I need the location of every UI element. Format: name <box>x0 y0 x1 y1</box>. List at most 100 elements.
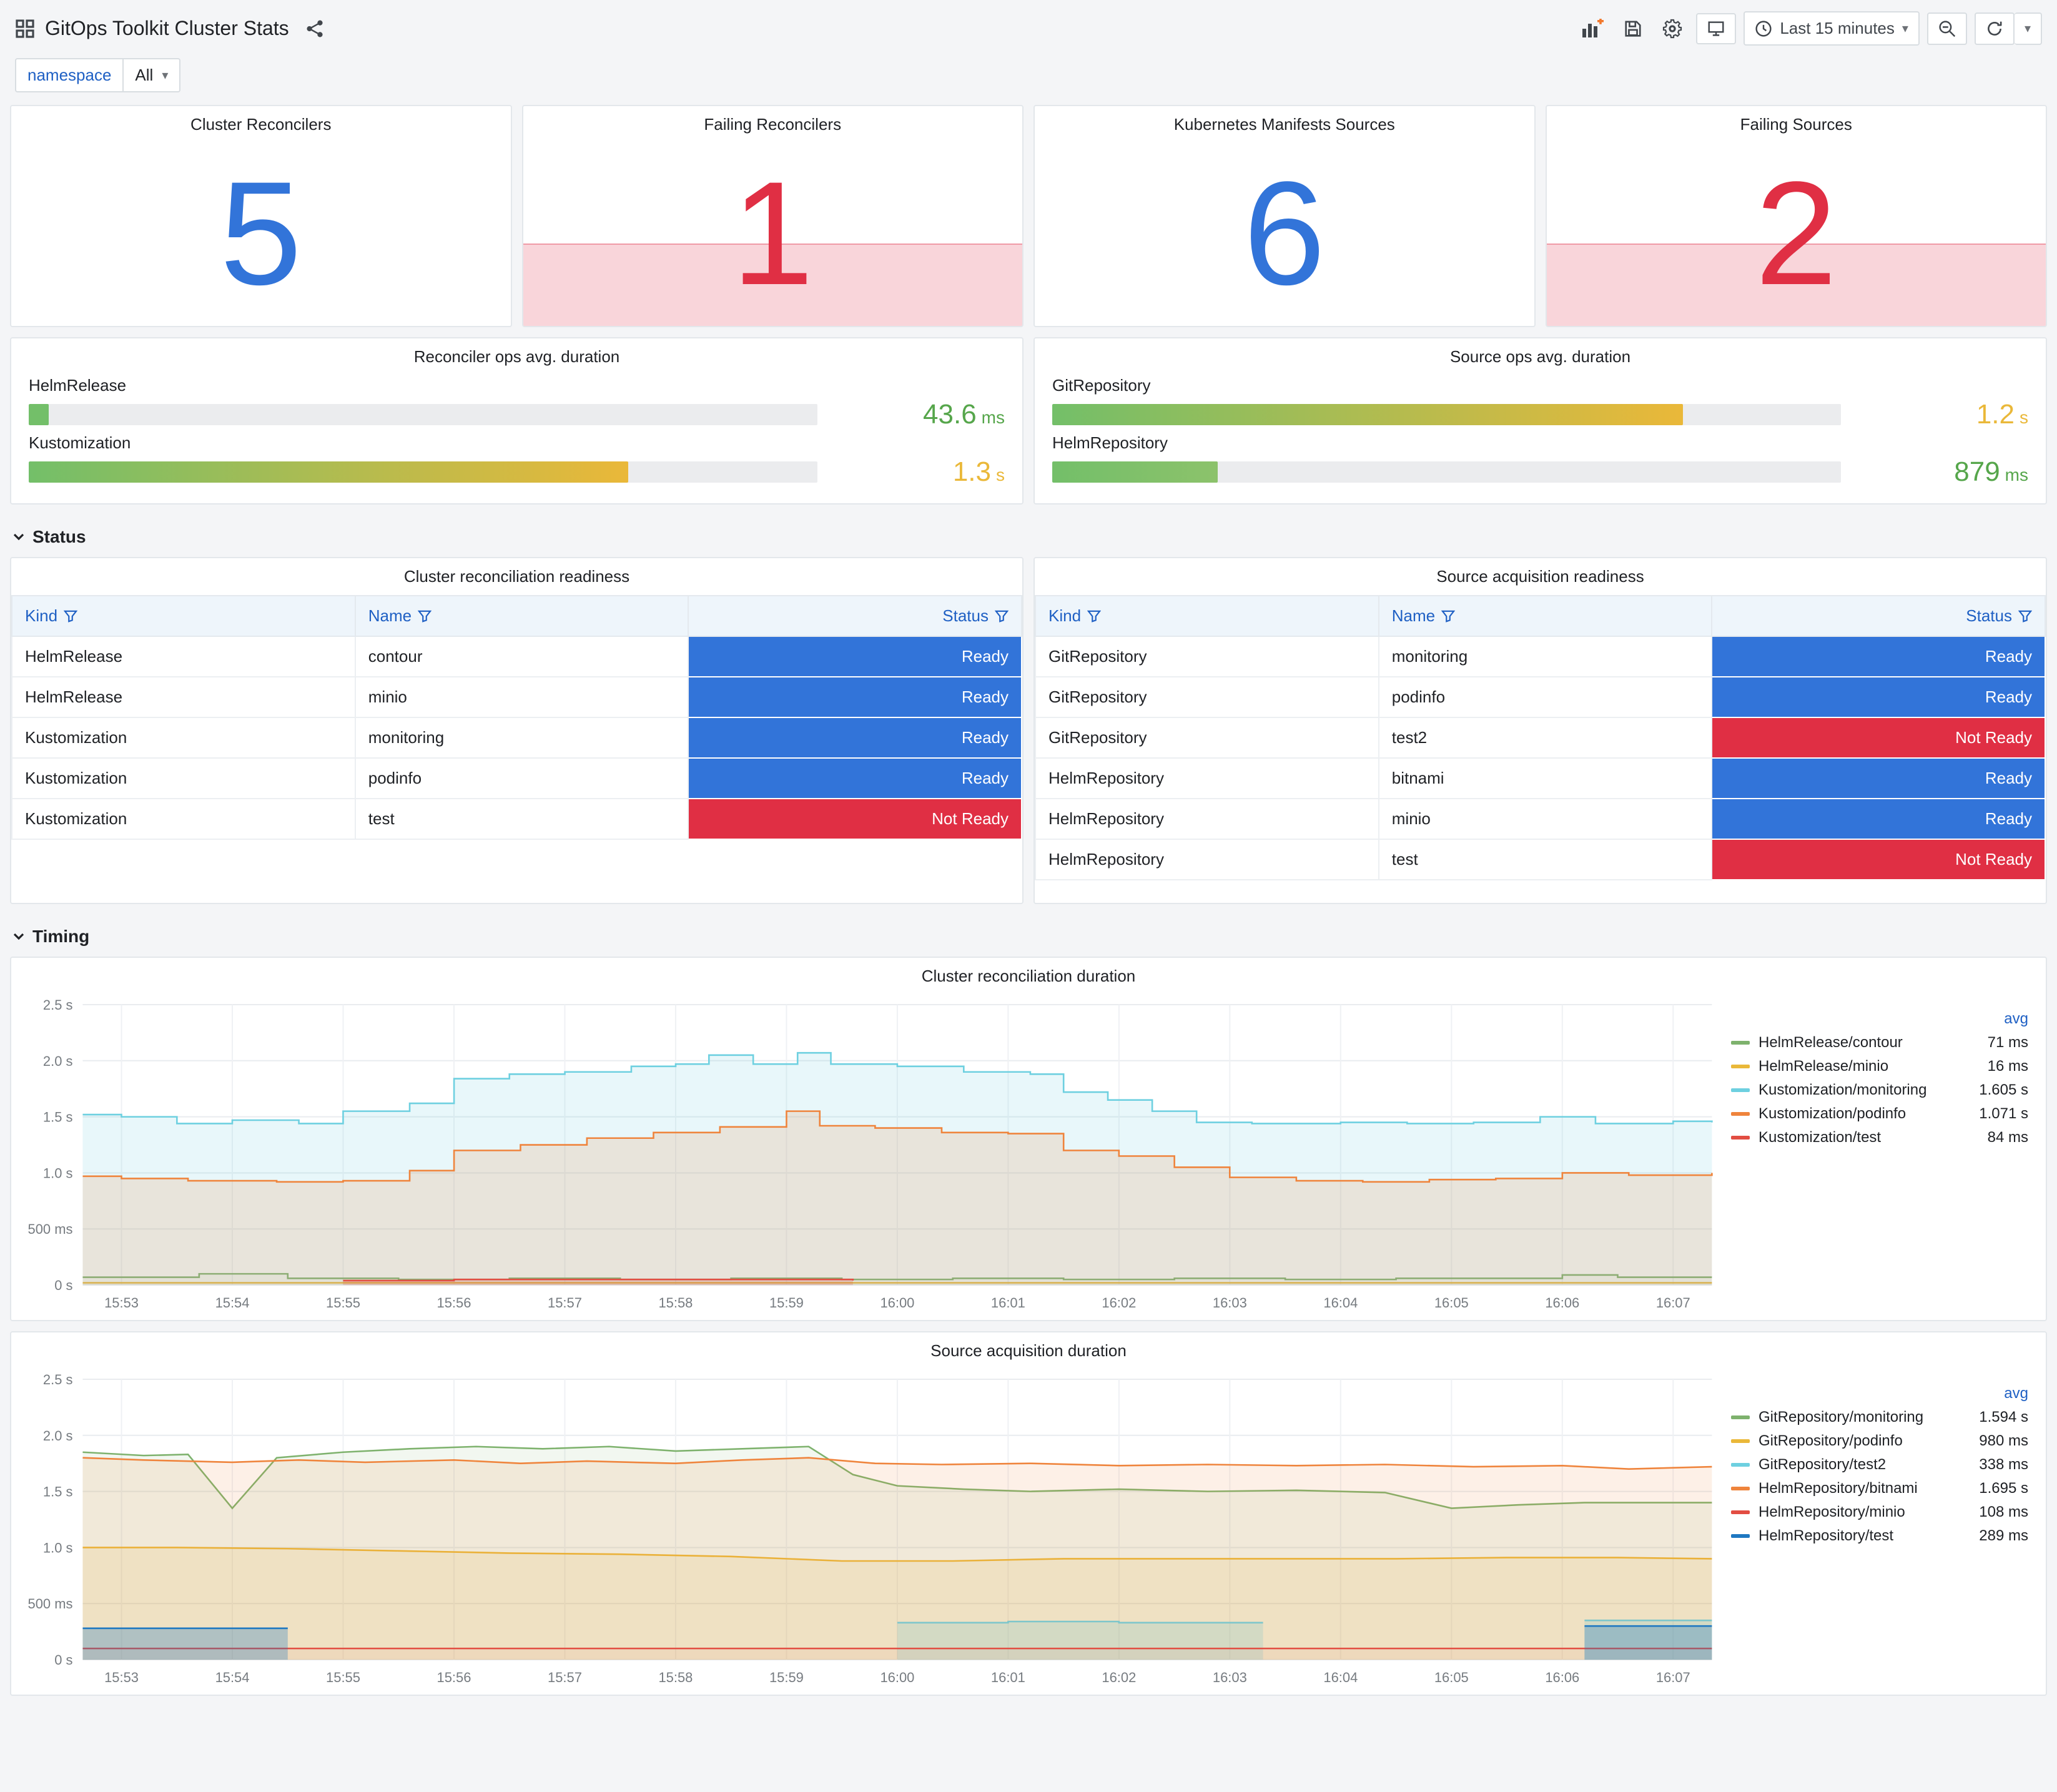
table-cell: test <box>1378 839 1713 880</box>
status-badge: Ready <box>1711 757 2046 799</box>
legend-series-avg: 108 ms <box>1979 1504 2028 1520</box>
share-icon[interactable] <box>299 14 330 43</box>
filter-funnel-icon[interactable] <box>63 610 78 623</box>
legend-item[interactable]: HelmRepository/minio 108 ms <box>1731 1500 2028 1524</box>
column-header-name[interactable]: Name <box>354 595 689 637</box>
filter-funnel-icon[interactable] <box>1087 610 1102 623</box>
chart-plot[interactable]: 0 s 500 ms 1.0 s 1.5 s 2.0 s 2.5 s 15:53 15:54 1… <box>14 1367 1724 1690</box>
legend-item[interactable]: GitRepository/monitoring 1.594 s <box>1731 1406 2028 1429</box>
gauge-track <box>1052 404 1841 425</box>
series-area <box>82 1457 1712 1660</box>
legend-series-color <box>1731 1487 1750 1490</box>
stat-panel-body: 2 <box>1546 138 2046 326</box>
filter-funnel-icon[interactable] <box>2018 610 2033 623</box>
readiness-table: Kind Name Status GitRepository monitoring Rea… <box>1035 595 2046 880</box>
gauge-value-number: 1.3 <box>952 456 991 487</box>
tv-mode-button[interactable] <box>1696 12 1737 44</box>
gauge-fill-bar <box>1052 404 1684 425</box>
zoom-out-icon <box>1938 20 1956 37</box>
svg-text:16:04: 16:04 <box>1323 1670 1358 1685</box>
legend-item[interactable]: HelmRelease/minio 16 ms <box>1731 1055 2028 1078</box>
refresh-interval-dropdown[interactable]: ▾ <box>2014 12 2042 45</box>
table-header-row: Kind Name Status <box>11 595 1022 637</box>
legend-item[interactable]: GitRepository/podinfo 980 ms <box>1731 1429 2028 1453</box>
readiness-table: Kind Name Status HelmRelease contour Ready Hel… <box>11 595 1022 840</box>
gauge-value: 879 ms <box>1841 456 2028 488</box>
chart-row-2: Source acquisition duration 0 s 500 ms 1.0 … <box>0 1331 2057 1696</box>
legend-series-name: HelmRepository/test <box>1759 1527 1894 1544</box>
svg-text:16:05: 16:05 <box>1434 1295 1469 1311</box>
column-header-status[interactable]: Status <box>1711 595 2046 637</box>
svg-text:2.0 s: 2.0 s <box>43 1428 73 1444</box>
legend-series-name: GitRepository/podinfo <box>1759 1432 1903 1449</box>
table-cell: Kustomization <box>11 798 356 840</box>
filter-funnel-icon[interactable] <box>994 610 1009 623</box>
gauge-panel-body: GitRepository 1.2 s HelmRepository 879 ms <box>1035 370 2046 503</box>
section-status[interactable]: Status <box>0 514 2057 557</box>
table-panel-title: Cluster reconciliation readiness <box>403 567 630 586</box>
stat-panel-body: 5 <box>11 138 511 326</box>
table-row: HelmRepository minio Ready <box>1035 798 2046 840</box>
status-badge: Ready <box>688 676 1022 718</box>
add-panel-icon[interactable] <box>1575 14 1610 44</box>
status-badge: Ready <box>1711 798 2046 840</box>
legend-series-color <box>1731 1463 1750 1467</box>
section-timing[interactable]: Timing <box>0 914 2057 957</box>
chevron-down-icon: ▾ <box>2024 22 2031 36</box>
legend-item[interactable]: Kustomization/monitoring 1.605 s <box>1731 1078 2028 1102</box>
column-header-label: Kind <box>25 606 58 625</box>
stat-value: 2 <box>1755 150 1837 316</box>
column-header-status[interactable]: Status <box>688 595 1022 637</box>
time-range-picker[interactable]: Last 15 minutes ▾ <box>1744 11 1920 46</box>
gauge-line: 1.2 s <box>1052 399 2028 430</box>
status-badge: Ready <box>688 717 1022 759</box>
svg-text:15:54: 15:54 <box>215 1670 250 1685</box>
legend-series-name: GitRepository/test2 <box>1759 1456 1887 1473</box>
svg-text:15:57: 15:57 <box>548 1670 582 1685</box>
legend-series-avg: 84 ms <box>1987 1129 2028 1146</box>
table-cell: podinfo <box>354 757 689 799</box>
status-badge: Ready <box>688 757 1022 799</box>
table-cell: test2 <box>1378 717 1713 759</box>
table-cell: podinfo <box>1378 676 1713 718</box>
legend-item[interactable]: Kustomization/test 84 ms <box>1731 1126 2028 1150</box>
save-icon[interactable] <box>1617 14 1649 43</box>
svg-text:16:07: 16:07 <box>1656 1670 1690 1685</box>
zoom-out-button[interactable] <box>1926 12 1967 45</box>
table-panel-title: Source acquisition readiness <box>1436 567 1644 586</box>
gauge-track <box>1052 461 1841 483</box>
svg-text:16:06: 16:06 <box>1545 1295 1579 1311</box>
stat-panel: Failing Sources 2 <box>1545 105 2047 327</box>
settings-icon[interactable] <box>1656 14 1689 44</box>
table-cell: bitnami <box>1378 757 1713 799</box>
table-cell: HelmRepository <box>1035 757 1379 799</box>
page-title: GitOps Toolkit Cluster Stats <box>45 17 289 39</box>
column-header-kind[interactable]: Kind <box>11 595 356 637</box>
column-header-label: Kind <box>1048 606 1082 625</box>
legend-item[interactable]: Kustomization/podinfo 1.071 s <box>1731 1102 2028 1126</box>
legend-item[interactable]: HelmRelease/contour 71 ms <box>1731 1031 2028 1055</box>
legend-item[interactable]: HelmRepository/bitnami 1.695 s <box>1731 1477 2028 1500</box>
variable-namespace-dropdown[interactable]: All ▾ <box>124 58 181 92</box>
column-header-name[interactable]: Name <box>1378 595 1713 637</box>
refresh-button[interactable] <box>1974 12 2015 45</box>
legend-series-name: HelmRelease/contour <box>1759 1034 1903 1051</box>
gauge-label: HelmRepository <box>1052 433 1168 452</box>
column-header-label: Status <box>1966 606 2012 625</box>
svg-text:16:00: 16:00 <box>880 1670 914 1685</box>
svg-text:15:57: 15:57 <box>548 1295 582 1311</box>
legend-item[interactable]: HelmRepository/test 289 ms <box>1731 1524 2028 1548</box>
gauge-label: GitRepository <box>1052 376 1151 395</box>
filter-funnel-icon[interactable] <box>417 610 432 623</box>
svg-text:15:55: 15:55 <box>326 1295 360 1311</box>
table-row: HelmRepository bitnami Ready <box>1035 757 2046 799</box>
filter-funnel-icon[interactable] <box>1441 610 1456 623</box>
column-header-kind[interactable]: Kind <box>1035 595 1379 637</box>
stat-value: 5 <box>220 150 302 316</box>
svg-text:1.5 s: 1.5 s <box>43 1484 73 1500</box>
table-cell: HelmRepository <box>1035 839 1379 880</box>
stat-panel: Cluster Reconcilers 5 <box>10 105 512 327</box>
legend-item[interactable]: GitRepository/test2 338 ms <box>1731 1453 2028 1477</box>
chart-plot[interactable]: 0 s 500 ms 1.0 s 1.5 s 2.0 s 2.5 s 15:53 15:54 1… <box>14 992 1724 1315</box>
table-cell: monitoring <box>1378 636 1713 677</box>
